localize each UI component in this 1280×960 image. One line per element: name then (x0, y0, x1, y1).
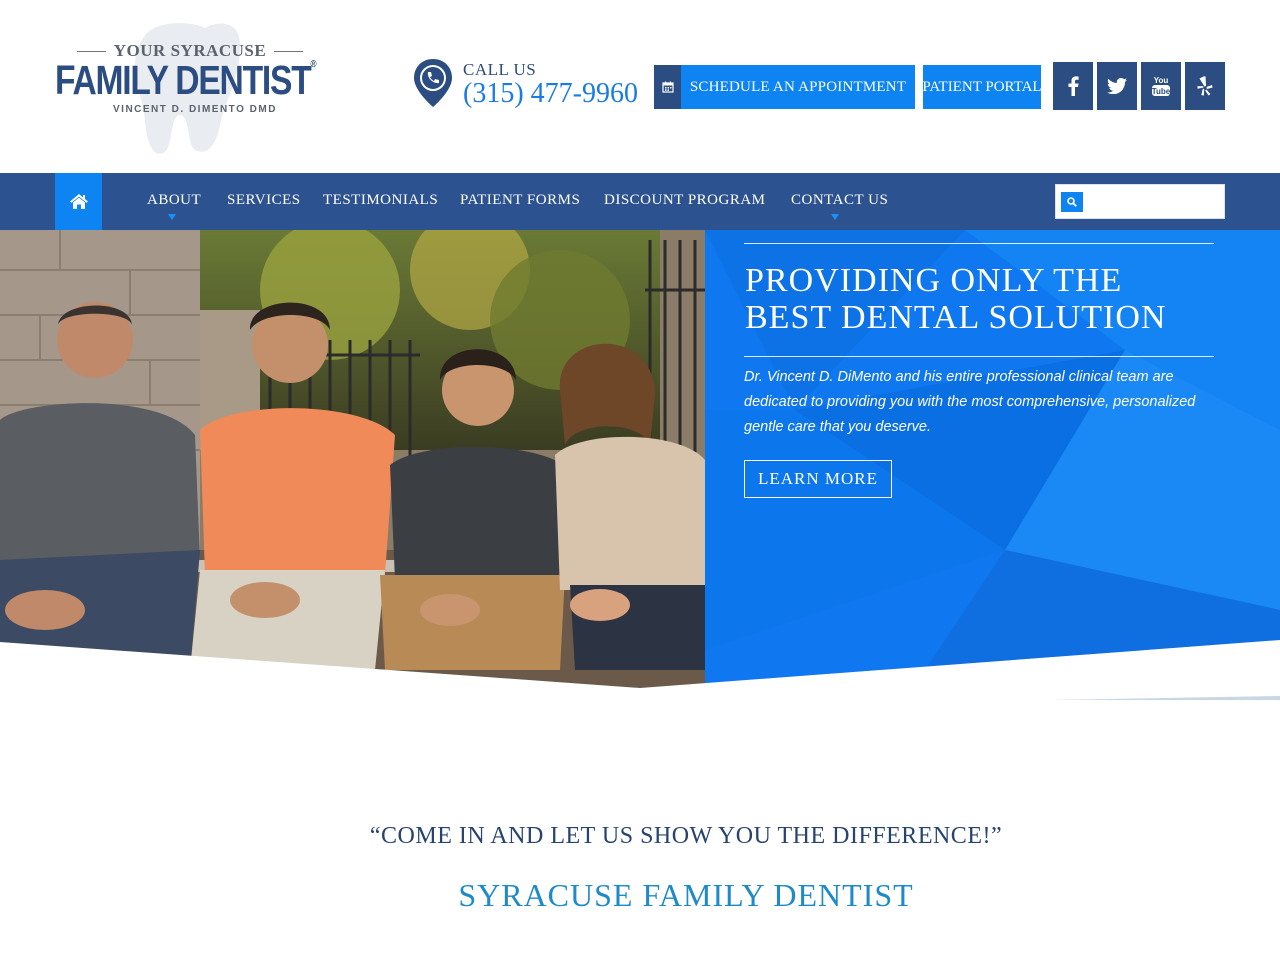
hero-bottom-curve (0, 230, 1280, 700)
home-icon (70, 194, 88, 209)
patient-portal-button[interactable]: PATIENT PORTAL (923, 65, 1041, 109)
main-navigation: ABOUT SERVICES TESTIMONIALS PATIENT FORM… (0, 173, 1280, 230)
call-us-label: CALL US (463, 60, 536, 80)
hero-section: PROVIDING ONLY THE BEST DENTAL SOLUTION … (0, 230, 1280, 700)
logo-main-label: FAMILY DENTIST (55, 57, 311, 103)
nav-home-button[interactable] (55, 173, 102, 230)
registered-mark: ® (311, 59, 316, 70)
search-input[interactable] (1088, 188, 1220, 215)
nav-testimonials[interactable]: TESTIMONIALS (323, 192, 438, 209)
logo-main-text: FAMILY DENTIST® (55, 60, 315, 101)
nav-about-dropdown-caret-icon[interactable] (168, 214, 176, 220)
youtube-label-top: You (1154, 76, 1169, 85)
search-button[interactable] (1061, 192, 1083, 212)
nav-patient-forms[interactable]: PATIENT FORMS (460, 192, 580, 209)
twitter-button[interactable] (1097, 62, 1137, 110)
search-box (1055, 184, 1225, 219)
nav-discount-program[interactable]: DISCOUNT PROGRAM (604, 192, 766, 209)
search-icon (1067, 197, 1077, 207)
schedule-appointment-label: SCHEDULE AN APPOINTMENT (681, 79, 915, 96)
logo-subtitle: VINCENT D. DIMENTO DMD (113, 104, 277, 115)
phone-pin-icon (413, 58, 453, 108)
yelp-icon (1197, 76, 1213, 96)
section-subheading: SYRACUSE FAMILY DENTIST (0, 877, 1280, 914)
youtube-icon: You Tube (1151, 75, 1171, 97)
site-header: YOUR SYRACUSE FAMILY DENTIST® VINCENT D.… (0, 0, 1280, 173)
nav-contact-us[interactable]: CONTACT US (791, 192, 888, 209)
phone-number-link[interactable]: (315) 477-9960 (463, 78, 638, 110)
nav-services[interactable]: SERVICES (227, 192, 301, 209)
yelp-button[interactable] (1185, 62, 1225, 110)
youtube-button[interactable]: You Tube (1141, 62, 1181, 110)
twitter-icon (1107, 78, 1127, 94)
site-logo[interactable]: YOUR SYRACUSE FAMILY DENTIST® VINCENT D.… (55, 20, 330, 155)
calendar-icon (654, 65, 681, 109)
schedule-appointment-button[interactable]: SCHEDULE AN APPOINTMENT (654, 65, 915, 109)
nav-about[interactable]: ABOUT (147, 192, 201, 209)
quote-heading: “COME IN AND LET US SHOW YOU THE DIFFERE… (0, 823, 1280, 850)
facebook-icon (1067, 76, 1079, 96)
nav-contact-dropdown-caret-icon[interactable] (831, 214, 839, 220)
facebook-button[interactable] (1053, 62, 1093, 110)
youtube-label-bottom: Tube (1152, 87, 1171, 96)
